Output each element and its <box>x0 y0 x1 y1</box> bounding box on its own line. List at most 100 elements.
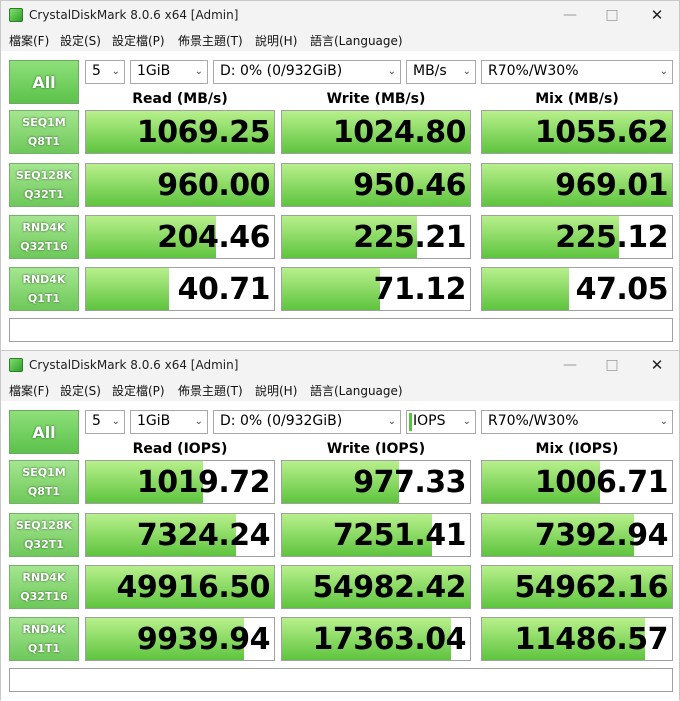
test-button-seq128k-q32t1[interactable]: SEQ128K Q32T1 <box>9 163 79 207</box>
result-cell-read: 7324.24 <box>85 513 275 557</box>
test-params: Q32T1 <box>24 188 64 201</box>
menu-help[interactable]: 說明(H) <box>255 382 297 399</box>
result-value: 1069.25 <box>136 115 271 150</box>
test-count-select[interactable]: 5 ⌄ <box>85 60 125 84</box>
test-count-value: 5 <box>92 63 101 79</box>
menu-file[interactable]: 檔案(F) <box>9 382 49 399</box>
result-cell-mix: 1055.62 <box>481 110 673 154</box>
result-cell-read: 204.46 <box>85 215 275 259</box>
test-size-select[interactable]: 1GiB ⌄ <box>130 410 208 434</box>
unit-select[interactable]: MB/s ⌄ <box>406 60 476 84</box>
test-count-value: 5 <box>92 413 101 429</box>
test-count-select[interactable]: 5 ⌄ <box>85 410 125 434</box>
maximize-icon[interactable]: □ <box>601 6 623 24</box>
test-params: Q32T1 <box>24 538 64 551</box>
mix-header: Mix (MB/s) <box>535 91 619 107</box>
result-value: 1006.71 <box>534 465 669 500</box>
title-bar[interactable]: CrystalDiskMark 8.0.6 x64 [Admin] — □ ✕ <box>1 1 679 29</box>
drive-select[interactable]: D: 0% (0/932GiB) ⌄ <box>213 60 401 84</box>
drive-value: D: 0% (0/932GiB) <box>220 413 343 429</box>
mix-header: Mix (IOPS) <box>535 441 619 457</box>
menu-profile[interactable]: 設定檔(P) <box>112 382 165 399</box>
test-button-rnd4k-q1t1[interactable]: RND4K Q1T1 <box>9 267 79 311</box>
comment-input[interactable] <box>9 318 673 342</box>
cdm-window-iops: CrystalDiskMark 8.0.6 x64 [Admin] — □ ✕ … <box>0 350 680 701</box>
write-header: Write (MB/s) <box>326 91 426 107</box>
minimize-icon[interactable]: — <box>559 356 581 374</box>
menu-language[interactable]: 語言(Language) <box>310 32 403 49</box>
chevron-down-icon: ⌄ <box>659 416 668 427</box>
test-button-seq128k-q32t1[interactable]: SEQ128K Q32T1 <box>9 513 79 557</box>
chevron-down-icon: ⌄ <box>111 66 120 77</box>
result-value: 54982.42 <box>312 570 466 605</box>
unit-select[interactable]: IOPS ⌄ <box>406 410 476 434</box>
result-cell-mix: 1006.71 <box>481 460 673 504</box>
menu-language[interactable]: 語言(Language) <box>310 382 403 399</box>
result-value: 17363.04 <box>312 622 466 657</box>
test-params: Q8T1 <box>27 485 61 498</box>
result-value: 1024.80 <box>332 115 467 150</box>
minimize-icon[interactable]: — <box>559 6 581 24</box>
mix-ratio-value: R70%/W30% <box>488 63 579 79</box>
test-button-rnd4k-q32t16[interactable]: RND4K Q32T16 <box>9 215 79 259</box>
test-params: Q1T1 <box>27 292 61 305</box>
result-value: 7392.94 <box>534 518 669 553</box>
test-size-select[interactable]: 1GiB ⌄ <box>130 60 208 84</box>
result-value: 225.21 <box>353 220 466 255</box>
mix-ratio-select[interactable]: R70%/W30% ⌄ <box>481 60 673 84</box>
chevron-down-icon: ⌄ <box>659 66 668 77</box>
comment-input[interactable] <box>9 668 673 692</box>
result-cell-write: 950.46 <box>281 163 471 207</box>
test-button-seq1m-q8t1[interactable]: SEQ1M Q8T1 <box>9 460 79 504</box>
drive-select[interactable]: D: 0% (0/932GiB) ⌄ <box>213 410 401 434</box>
test-button-rnd4k-q32t16[interactable]: RND4K Q32T16 <box>9 565 79 609</box>
all-button[interactable]: All <box>9 60 79 104</box>
menu-theme[interactable]: 佈景主題(T) <box>178 382 243 399</box>
result-value: 71.12 <box>373 272 467 307</box>
menu-bar: 檔案(F) 設定(S) 設定檔(P) 佈景主題(T) 說明(H) 語言(Lang… <box>1 29 679 51</box>
maximize-icon[interactable]: □ <box>601 356 623 374</box>
result-bar <box>86 268 169 310</box>
test-params: Q32T16 <box>20 240 68 253</box>
menu-file[interactable]: 檔案(F) <box>9 32 49 49</box>
test-name: RND4K <box>22 221 66 234</box>
result-cell-write: 7251.41 <box>281 513 471 557</box>
result-cell-mix: 969.01 <box>481 163 673 207</box>
result-cell-write: 225.21 <box>281 215 471 259</box>
result-cell-mix: 7392.94 <box>481 513 673 557</box>
menu-theme[interactable]: 佈景主題(T) <box>178 32 243 49</box>
test-button-seq1m-q8t1[interactable]: SEQ1M Q8T1 <box>9 110 79 154</box>
menu-settings[interactable]: 設定(S) <box>60 382 101 399</box>
all-button[interactable]: All <box>9 410 79 454</box>
menu-profile[interactable]: 設定檔(P) <box>112 32 165 49</box>
test-size-value: 1GiB <box>137 413 171 429</box>
close-icon[interactable]: ✕ <box>646 356 668 374</box>
title-bar[interactable]: CrystalDiskMark 8.0.6 x64 [Admin] — □ ✕ <box>1 351 679 379</box>
result-value: 54962.16 <box>514 570 668 605</box>
test-name: SEQ128K <box>15 519 73 532</box>
result-value: 969.01 <box>555 168 668 203</box>
result-value: 49916.50 <box>116 570 270 605</box>
test-size-value: 1GiB <box>137 63 171 79</box>
chevron-down-icon: ⌄ <box>111 416 120 427</box>
chevron-down-icon: ⌄ <box>387 66 396 77</box>
unit-value: MB/s <box>413 63 447 79</box>
mix-ratio-select[interactable]: R70%/W30% ⌄ <box>481 410 673 434</box>
write-header: Write (IOPS) <box>326 441 426 457</box>
menu-help[interactable]: 說明(H) <box>255 32 297 49</box>
test-params: Q8T1 <box>27 135 61 148</box>
close-icon[interactable]: ✕ <box>646 6 668 24</box>
result-value: 225.12 <box>555 220 668 255</box>
menu-settings[interactable]: 設定(S) <box>60 32 101 49</box>
result-cell-mix: 47.05 <box>481 267 673 311</box>
cdm-window-mbps: CrystalDiskMark 8.0.6 x64 [Admin] — □ ✕ … <box>0 0 680 351</box>
chevron-down-icon: ⌄ <box>462 66 471 77</box>
result-cell-read: 1069.25 <box>85 110 275 154</box>
result-cell-mix: 11486.57 <box>481 617 673 661</box>
drive-value: D: 0% (0/932GiB) <box>220 63 343 79</box>
result-bar <box>282 268 380 310</box>
result-cell-write: 17363.04 <box>281 617 471 661</box>
result-cell-read: 49916.50 <box>85 565 275 609</box>
test-button-rnd4k-q1t1[interactable]: RND4K Q1T1 <box>9 617 79 661</box>
test-params: Q1T1 <box>27 642 61 655</box>
